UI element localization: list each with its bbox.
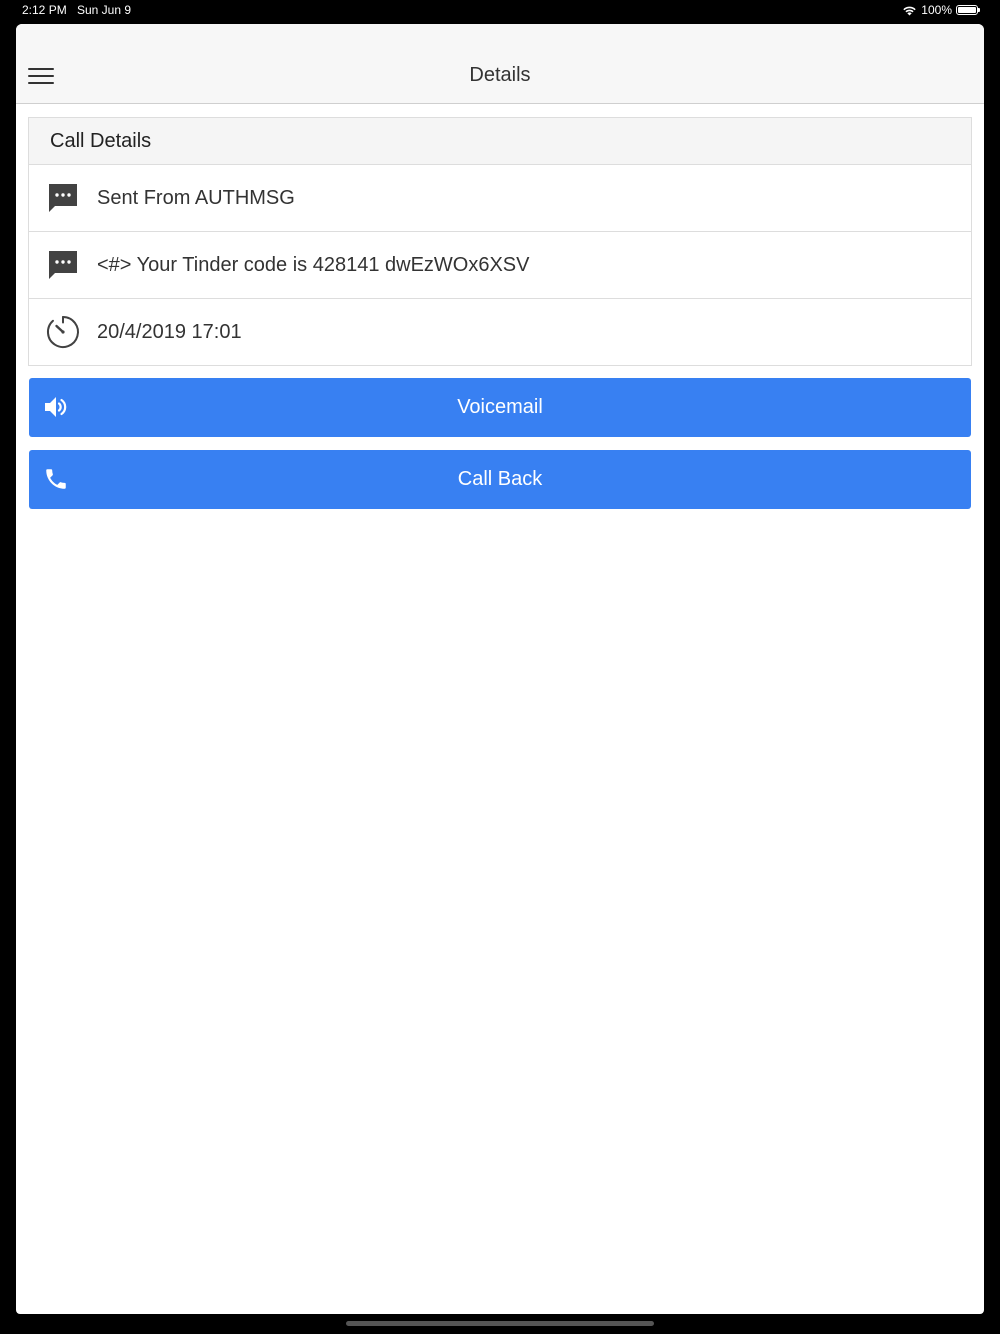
timer-icon [29,314,97,350]
call-back-label: Call Back [457,468,543,490]
battery-icon [956,5,980,15]
call-details-card: Call Details Sent From AUTHMSG <#> Your … [28,117,972,366]
home-indicator[interactable] [346,1321,654,1326]
message-icon [29,182,97,214]
voicemail-button[interactable]: Voicemail [29,378,971,437]
speaker-icon [45,397,67,417]
list-item-message: <#> Your Tinder code is 428141 dwEzWOx6X… [29,232,971,299]
voicemail-label: Voicemail [457,396,543,418]
status-time: 2:12 PM [22,3,67,17]
status-right: 100% [902,3,980,17]
message-text: <#> Your Tinder code is 428141 dwEzWOx6X… [97,253,530,276]
message-icon [29,249,97,281]
nav-bar: Details [16,24,984,104]
sender-text: Sent From AUTHMSG [97,186,295,209]
list-item-timestamp: 20/4/2019 17:01 [29,299,971,365]
timestamp-text: 20/4/2019 17:01 [97,320,242,343]
status-date: Sun Jun 9 [77,3,132,17]
list-item-sender: Sent From AUTHMSG [29,165,971,232]
status-bar: 2:12 PM Sun Jun 9 100% [0,0,1000,22]
battery-percent: 100% [921,3,952,17]
card-header: Call Details [29,118,971,165]
call-back-button[interactable]: Call Back [29,450,971,509]
page-title: Details [469,64,531,86]
wifi-icon [903,6,916,15]
phone-icon [46,469,66,489]
app-window: Details Call Details Sent From AUTHMSG <… [16,24,984,1314]
